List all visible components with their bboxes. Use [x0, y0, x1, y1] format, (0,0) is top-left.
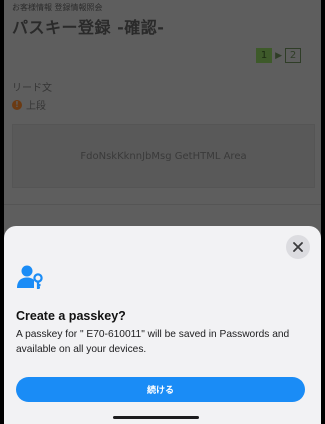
- continue-button[interactable]: 続ける: [16, 377, 305, 402]
- warning-label: 上段: [26, 101, 46, 112]
- step-1: 1: [256, 48, 273, 63]
- warning-row: ! 上段: [12, 97, 46, 112]
- close-button[interactable]: [286, 235, 310, 259]
- html-area-text: FdoNskKknnJbMsg GetHTML Area: [80, 150, 247, 162]
- close-icon: [293, 242, 303, 252]
- html-area: FdoNskKknnJbMsg GetHTML Area: [12, 124, 315, 188]
- lead-text-label: リード文: [12, 83, 52, 94]
- sheet-description: A passkey for " E70-610011" will be save…: [16, 329, 290, 355]
- home-indicator: [113, 416, 199, 419]
- passkey-icon: [17, 265, 43, 289]
- app-screen: お客様情報 登録情報照会 パスキー登録 -確認- 1 ▶ 2 リード文 ! 上段…: [4, 0, 321, 424]
- divider: [4, 204, 321, 205]
- page-title: パスキー登録 -確認-: [12, 18, 165, 37]
- breadcrumb: お客様情報 登録情報照会: [12, 3, 103, 12]
- step-arrow-icon: ▶: [275, 50, 282, 61]
- passkey-sheet: Create a passkey? A passkey for " E70-61…: [4, 226, 321, 424]
- step-2: 2: [285, 48, 301, 63]
- step-indicator: 1 ▶ 2: [256, 48, 301, 63]
- sheet-title: Create a passkey?: [16, 309, 126, 323]
- warning-icon: !: [12, 99, 22, 110]
